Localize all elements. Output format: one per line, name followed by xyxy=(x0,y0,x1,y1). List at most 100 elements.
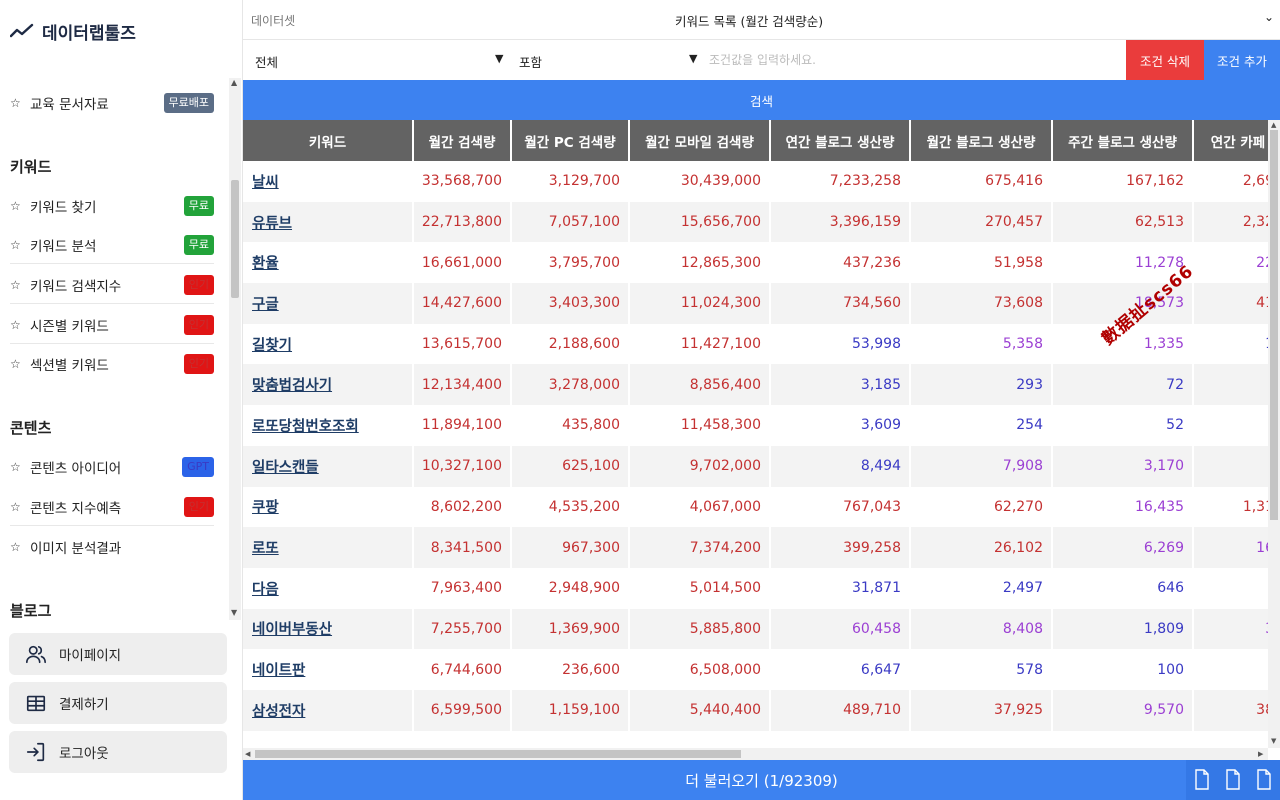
search-button[interactable]: 검색 xyxy=(243,80,1280,120)
table-row[interactable]: 날씨 33,568,700 3,129,700 30,439,000 7,233,258… xyxy=(243,161,1280,202)
filter-operator-select[interactable]: 포함 xyxy=(519,52,542,71)
filter-field-select[interactable]: 전체 xyxy=(255,52,278,71)
column-header[interactable]: 주간 블로그 생산량 xyxy=(1052,120,1194,161)
star-icon[interactable]: ☆ xyxy=(10,278,30,292)
download-json-icon[interactable] xyxy=(1224,769,1242,791)
table-cell: 16,435 xyxy=(1052,486,1194,528)
filter-value-input[interactable] xyxy=(709,50,1109,70)
sidebar-item-content-idea[interactable]: ☆ 콘텐츠 아이디어 GPT xyxy=(10,448,214,486)
column-header[interactable]: 월간 모바일 검색량 xyxy=(629,120,771,161)
download-xml-icon[interactable] xyxy=(1193,769,1211,791)
table-vertical-scrollbar-thumb[interactable] xyxy=(1270,130,1278,520)
load-more-button[interactable]: 더 불러오기 (1/92309) xyxy=(243,760,1280,800)
column-header[interactable]: 월간 검색량 xyxy=(413,120,512,161)
sidebar-item-keyword-analysis[interactable]: ☆ 키워드 분석 무료 xyxy=(10,226,214,264)
table-cell: 11,024,300 xyxy=(629,283,771,324)
keyword-link[interactable]: 다음 xyxy=(243,567,414,609)
table-row[interactable]: 삼성전자 6,599,500 1,159,100 5,440,400 489,710 37… xyxy=(243,689,1280,731)
scroll-right-icon[interactable]: ▶ xyxy=(1258,750,1263,758)
logo-text: 데이터랩툴즈 xyxy=(42,23,136,44)
sidebar-item-keyword-index[interactable]: ☆ 키워드 검색지수 인기 xyxy=(10,266,214,304)
delete-condition-button[interactable]: 조건 삭제 xyxy=(1126,40,1204,80)
table-cell: 10,327,100 xyxy=(413,445,512,487)
table-cell: 7,908 xyxy=(910,445,1053,487)
mypage-button[interactable]: 마이페이지 xyxy=(9,633,227,675)
table-cell: 3,396,159 xyxy=(770,201,911,243)
table-cell: 6,647 xyxy=(770,649,911,690)
sidebar-item-image-analysis[interactable]: ☆ 이미지 분석결과 xyxy=(10,528,214,566)
table-cell: 2,948,900 xyxy=(511,567,630,609)
keyword-link[interactable]: 일타스캔들 xyxy=(243,445,414,487)
table-row[interactable]: 환율 16,661,000 3,795,700 12,865,300 437,236 51… xyxy=(243,242,1280,284)
sidebar-item-content-forecast[interactable]: ☆ 콘텐츠 지수예측 인기 xyxy=(10,488,214,526)
logout-button[interactable]: 로그아웃 xyxy=(9,731,227,773)
table-row[interactable]: 쿠팡 8,602,200 4,535,200 4,067,000 767,043 62,2… xyxy=(243,486,1280,528)
table-row[interactable]: 로또 8,341,500 967,300 7,374,200 399,258 26,102… xyxy=(243,527,1280,568)
chevron-down-icon[interactable]: ⌄ xyxy=(1264,10,1274,24)
star-icon[interactable]: ☆ xyxy=(10,199,30,213)
keyword-link[interactable]: 쿠팡 xyxy=(243,486,414,528)
keyword-link[interactable]: 맞춤법검사기 xyxy=(243,364,414,406)
payment-button[interactable]: 결제하기 xyxy=(9,682,227,724)
table-cell xyxy=(1193,405,1280,446)
scroll-up-icon[interactable]: ▲ xyxy=(1271,121,1276,129)
keyword-link[interactable]: 길찾기 xyxy=(243,323,414,365)
keyword-link[interactable]: 날씨 xyxy=(243,161,414,202)
table-row[interactable]: 일타스캔들 10,327,100 625,100 9,702,000 8,494 7,90… xyxy=(243,445,1280,487)
table-cell: 31,871 xyxy=(770,567,911,609)
column-header[interactable]: 월간 블로그 생산량 xyxy=(910,120,1053,161)
keyword-link[interactable]: 삼성전자 xyxy=(243,689,414,731)
sidebar-item-section-keyword[interactable]: ☆ 섹션별 키워드 인기 xyxy=(10,345,214,383)
table-cell: 8,602,200 xyxy=(413,486,512,528)
sidebar-item-edu-docs[interactable]: ☆ 교육 문서자료 무료배포 xyxy=(10,84,214,122)
sidebar-item-keyword-find[interactable]: ☆ 키워드 찾기 무료 xyxy=(10,187,214,225)
table-row[interactable]: 다음 7,963,400 2,948,900 5,014,500 31,871 2,497… xyxy=(243,567,1280,609)
sidebar-item-label: 섹션별 키워드 xyxy=(30,358,109,374)
table-row[interactable]: 유튜브 22,713,800 7,057,100 15,656,700 3,396,15… xyxy=(243,201,1280,243)
keyword-link[interactable]: 로또 xyxy=(243,527,414,568)
column-header[interactable]: 월간 PC 검색량 xyxy=(511,120,630,161)
sidebar-scrollbar-thumb[interactable] xyxy=(231,180,239,298)
table-cell: 6,269 xyxy=(1052,527,1194,568)
column-header[interactable]: 키워드 xyxy=(243,120,414,161)
column-header[interactable]: 연간 블로그 생산량 xyxy=(770,120,911,161)
sidebar-item-season-keyword[interactable]: ☆ 시즌별 키워드 인기 xyxy=(10,306,214,344)
column-header[interactable]: 연간 카페 xyxy=(1193,120,1280,161)
table-row[interactable]: 맞춤법검사기 12,134,400 3,278,000 8,856,400 3,185 2… xyxy=(243,364,1280,406)
table-cell: 2,188,600 xyxy=(511,323,630,365)
sidebar-menu: ☆ 교육 문서자료 무료배포 키워드 ☆ 키워드 찾기 무료 ☆ 키워드 분석 … xyxy=(0,78,243,620)
dataset-select[interactable]: 키워드 목록 (월간 검색량순) xyxy=(675,11,823,30)
keyword-link[interactable]: 네이트판 xyxy=(243,649,414,690)
star-icon[interactable]: ☆ xyxy=(10,500,30,514)
scroll-down-icon[interactable]: ▼ xyxy=(1271,737,1276,745)
scroll-up-icon[interactable]: ▲ xyxy=(231,78,237,87)
sidebar-scrollbar[interactable] xyxy=(229,78,241,620)
logo[interactable]: 데이터랩툴즈 xyxy=(10,18,136,44)
scroll-left-icon[interactable]: ◀ xyxy=(245,750,250,758)
chevron-down-icon[interactable]: ▼ xyxy=(495,52,503,65)
keyword-link[interactable]: 로또당첨번호조회 xyxy=(243,405,414,446)
keyword-link[interactable]: 유튜브 xyxy=(243,201,414,243)
mypage-label: 마이페이지 xyxy=(59,648,122,664)
table-row[interactable]: 네이버부동산 7,255,700 1,369,900 5,885,800 60,458 8… xyxy=(243,608,1280,650)
table-row[interactable]: 네이트판 6,744,600 236,600 6,508,000 6,647 578 100 xyxy=(243,649,1280,690)
dataset-selector[interactable]: 데이터셋 키워드 목록 (월간 검색량순) ⌄ xyxy=(243,0,1280,40)
download-xlsx-icon[interactable] xyxy=(1255,769,1273,791)
star-icon[interactable]: ☆ xyxy=(10,318,30,332)
table-cell: 167,162 xyxy=(1052,161,1194,202)
table-cell: 7,233,258 xyxy=(770,161,911,202)
star-icon[interactable]: ☆ xyxy=(10,96,30,110)
chevron-down-icon[interactable]: ▼ xyxy=(689,52,697,65)
star-icon[interactable]: ☆ xyxy=(10,238,30,252)
keyword-link[interactable]: 환율 xyxy=(243,242,414,284)
keyword-link[interactable]: 구글 xyxy=(243,283,414,324)
table-cell: 62,270 xyxy=(910,486,1053,528)
scroll-down-icon[interactable]: ▼ xyxy=(231,608,237,617)
table-horizontal-scrollbar-thumb[interactable] xyxy=(255,750,741,758)
star-icon[interactable]: ☆ xyxy=(10,540,30,554)
table-row[interactable]: 로또당첨번호조회 11,894,100 435,800 11,458,300 3,609… xyxy=(243,405,1280,446)
add-condition-button[interactable]: 조건 추가 xyxy=(1204,40,1280,80)
star-icon[interactable]: ☆ xyxy=(10,357,30,371)
keyword-link[interactable]: 네이버부동산 xyxy=(243,608,414,650)
star-icon[interactable]: ☆ xyxy=(10,460,30,474)
